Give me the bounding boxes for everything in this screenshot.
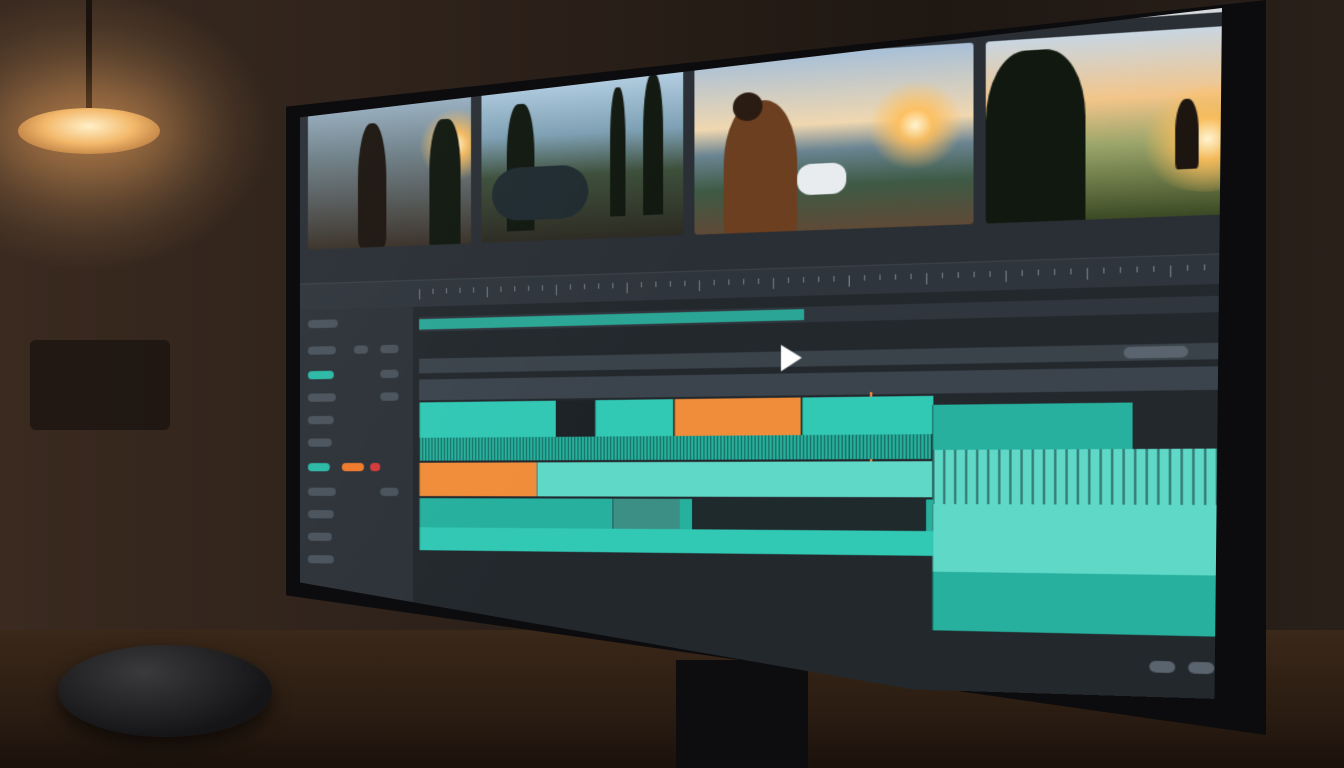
monitor-stand: [676, 660, 808, 768]
ruler-tick: [1170, 265, 1172, 278]
ruler-tick: [445, 288, 448, 294]
toggle-button[interactable]: [380, 369, 399, 379]
ruler-tick: [569, 284, 571, 290]
ruler-tick: [728, 279, 730, 285]
ruler-tick: [1103, 267, 1105, 274]
ruler-tick: [848, 275, 850, 287]
ruler-tick: [583, 283, 586, 290]
ruler-tick: [698, 280, 701, 292]
ruler-tick: [787, 277, 790, 284]
sidebar-item[interactable]: [307, 393, 336, 402]
toggle-button[interactable]: [380, 392, 399, 401]
marker-button[interactable]: [1123, 345, 1189, 359]
ruler-tick: [879, 274, 881, 281]
pendant-lamp: [18, 108, 160, 154]
control-button[interactable]: [1188, 661, 1215, 675]
control-button[interactable]: [1149, 660, 1176, 674]
video-editor-app: [300, 8, 1222, 704]
ruler-tick: [1186, 264, 1189, 271]
ruler-tick: [612, 282, 614, 289]
ruler-tick: [894, 274, 897, 280]
track-color-orange[interactable]: [341, 462, 365, 472]
ruler-tick: [541, 285, 544, 291]
ruler-tick: [598, 283, 600, 289]
ruler-tick: [743, 278, 745, 285]
ruler-tick: [500, 286, 502, 292]
ruler-tick: [640, 282, 643, 288]
ruler-tick: [655, 281, 657, 288]
ruler-tick: [432, 288, 434, 294]
ruler-tick: [802, 276, 805, 283]
ruler-tick: [1037, 269, 1039, 276]
toggle-button[interactable]: [380, 487, 399, 497]
ruler-tick: [973, 271, 975, 278]
ruler-tick: [626, 282, 628, 294]
sidebar-item[interactable]: [307, 438, 332, 447]
clip-viewer-3[interactable]: [694, 42, 974, 235]
audio-waveform: [419, 434, 930, 461]
ruler-tick: [1086, 268, 1089, 280]
sidebar-item[interactable]: [307, 415, 334, 425]
sidebar-item[interactable]: [307, 555, 334, 564]
ruler-tick: [555, 284, 557, 296]
ruler-tick: [486, 286, 488, 298]
ruler-tick: [941, 272, 944, 279]
ruler-tick: [669, 281, 671, 287]
video-clip[interactable]: [419, 400, 557, 438]
track-color-teal[interactable]: [307, 463, 330, 472]
ruler-tick: [1203, 264, 1206, 271]
sidebar-item[interactable]: [307, 532, 332, 541]
play-icon[interactable]: [780, 344, 802, 372]
ruler-tick: [713, 279, 715, 286]
video-clip[interactable]: [932, 402, 1133, 450]
ruler-tick: [1153, 265, 1155, 272]
ruler-tick: [1136, 266, 1138, 273]
ruler-tick: [772, 277, 775, 289]
ruler-tick: [528, 285, 530, 291]
audio-clip[interactable]: [419, 527, 934, 556]
video-clip-selected[interactable]: [674, 397, 801, 436]
audio-clip-selected[interactable]: [419, 462, 538, 497]
ruler-tick: [818, 276, 820, 283]
gap: [555, 400, 596, 437]
audio-clip[interactable]: [612, 498, 680, 530]
ruler-tick: [514, 286, 516, 292]
ruler-tick: [926, 273, 928, 285]
sidebar-item[interactable]: [307, 487, 336, 496]
sidebar-item[interactable]: [307, 510, 334, 519]
toggle-button[interactable]: [380, 344, 399, 354]
sidebar-item-active[interactable]: [307, 370, 334, 380]
ruler-tick: [1054, 269, 1056, 275]
ruler-tick: [684, 280, 686, 287]
ruler-tick: [1119, 267, 1122, 273]
ruler-tick: [459, 287, 461, 294]
computer-mouse: [58, 645, 272, 737]
ruler-tick: [1021, 270, 1023, 276]
ruler-tick: [863, 275, 866, 281]
ruler-tick: [473, 287, 475, 293]
sidebar-item[interactable]: [307, 319, 338, 329]
gap: [692, 498, 927, 532]
audio-clip[interactable]: [536, 461, 934, 498]
photo-scene: [0, 0, 1344, 768]
toggle-button[interactable]: [353, 345, 369, 354]
ruler-tick: [419, 289, 421, 300]
ruler-tick: [1005, 270, 1007, 283]
ruler-tick: [1070, 268, 1072, 275]
sidebar-item[interactable]: [307, 346, 336, 355]
ruler-tick: [989, 271, 991, 277]
ruler-tick: [957, 272, 959, 278]
ruler-tick: [757, 278, 760, 284]
ruler-tick: [910, 273, 912, 280]
video-clip[interactable]: [801, 395, 934, 436]
lamp-cord: [86, 0, 92, 110]
track-color-red[interactable]: [370, 462, 381, 472]
background-chair: [30, 340, 170, 430]
video-clip[interactable]: [594, 399, 674, 437]
ruler-tick: [833, 276, 835, 282]
